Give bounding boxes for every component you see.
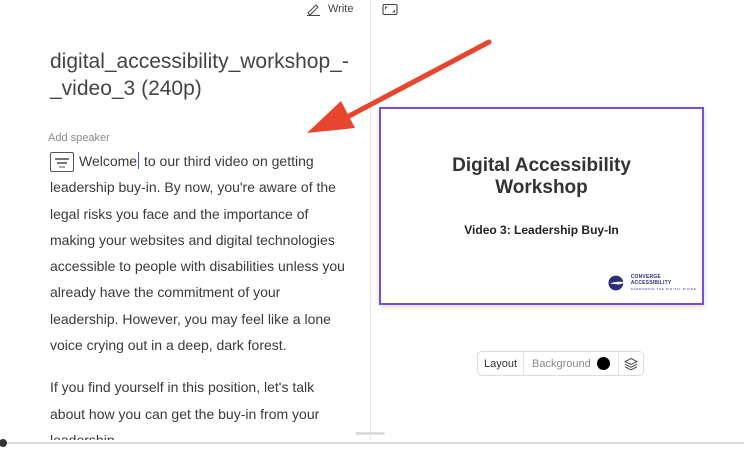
aspect-ratio-icon[interactable] [382,3,398,16]
write-button[interactable]: Write [306,2,353,16]
slide-subtitle: Video 3: Leadership Buy-In [464,223,619,237]
brand-logo: CONVERGE ACCESSIBILITY NARROWING THE DIG… [607,274,702,292]
transcript-text[interactable]: Welcome to our third video on getting le… [50,148,350,440]
transcript-word: Welcome [79,153,138,169]
transcript-pane: digital_accessibility_workshop_-_video_3… [0,0,370,440]
document-title[interactable]: digital_accessibility_workshop_-_video_3… [50,48,350,102]
timeline-scrubber[interactable] [0,442,744,444]
background-button[interactable]: Background [524,352,614,375]
text-caret [138,152,140,169]
slide-preview[interactable]: Digital Accessibility Workshop Video 3: … [379,107,704,305]
preview-toolbar: Layout Background [477,351,644,376]
slide-title: Digital Accessibility Workshop [381,155,702,199]
layers-button[interactable] [617,352,643,375]
pane-divider [370,0,371,440]
layout-button[interactable]: Layout [478,352,525,375]
transcript-paragraph[interactable]: Welcome to our third video on getting le… [50,148,350,358]
timeline-playhead[interactable] [0,439,7,447]
brand-name: CONVERGE ACCESSIBILITY [630,274,672,286]
background-label: Background [532,357,591,370]
transcript-paragraph[interactable]: If you find yourself in this position, l… [50,374,350,440]
brand-tagline: NARROWING THE DIGITAL DIVIDE [630,287,697,291]
transcript-text-run: to our third video on getting leadership… [50,153,345,354]
add-speaker-button[interactable]: Add speaker [48,132,110,144]
slide-thumbnail-icon[interactable] [50,152,74,172]
slide-title-line: Digital Accessibility [452,155,631,176]
resize-handle[interactable] [355,432,385,435]
converge-logo-icon [608,275,626,291]
layers-icon [623,357,638,370]
slide-title-line: Workshop [495,177,588,198]
pen-icon [307,4,320,16]
write-label: Write [328,3,354,15]
background-color-swatch[interactable] [596,357,610,370]
